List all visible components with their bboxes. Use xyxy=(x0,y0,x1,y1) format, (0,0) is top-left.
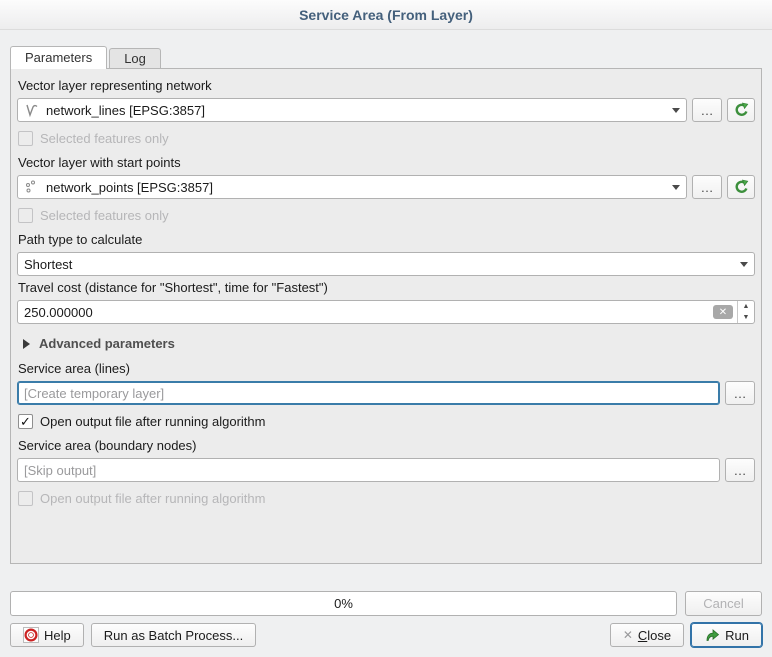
run-arrow-icon xyxy=(704,627,720,643)
clear-value-icon[interactable]: ✕ xyxy=(713,305,733,319)
cancel-label: Cancel xyxy=(703,596,743,611)
network-selected-only-row: Selected features only xyxy=(18,130,754,146)
tab-parameters[interactable]: Parameters xyxy=(10,46,107,69)
start-points-selected-only-label: Selected features only xyxy=(40,208,169,223)
spin-down-icon[interactable]: ▼ xyxy=(738,312,754,323)
service-area-lines-row: … xyxy=(17,381,755,405)
cancel-button[interactable]: Cancel xyxy=(685,591,762,616)
run-as-batch-button[interactable]: Run as Batch Process... xyxy=(91,623,256,647)
tab-bar: Parameters Log xyxy=(10,45,762,68)
open-nodes-output-row: Open output file after running algorithm xyxy=(18,490,754,506)
network-selected-only-checkbox[interactable] xyxy=(18,131,33,146)
start-points-combobox[interactable]: network_points [EPSG:3857] xyxy=(17,175,687,199)
iterate-icon xyxy=(733,179,749,195)
tab-log[interactable]: Log xyxy=(109,48,161,68)
chevron-down-icon xyxy=(672,108,680,113)
path-type-value: Shortest xyxy=(24,257,72,272)
run-button[interactable]: Run xyxy=(691,623,762,647)
start-points-label: Vector layer with start points xyxy=(18,155,754,170)
travel-cost-spinbox: ✕ ▲ ▼ xyxy=(17,300,755,324)
path-type-row: Shortest xyxy=(17,252,755,276)
service-area-nodes-input[interactable] xyxy=(17,458,720,482)
start-points-iterate-button[interactable] xyxy=(727,175,755,199)
chevron-down-icon xyxy=(740,262,748,267)
parameters-panel: Vector layer representing network networ… xyxy=(10,68,762,564)
dialog-title: Service Area (From Layer) xyxy=(299,7,473,23)
line-layer-icon xyxy=(24,102,40,118)
open-nodes-output-checkbox[interactable] xyxy=(18,491,33,506)
chevron-down-icon xyxy=(672,185,680,190)
progress-row: 0% Cancel xyxy=(10,591,762,616)
network-layer-value: network_lines [EPSG:3857] xyxy=(46,103,205,118)
close-button[interactable]: ✕ Close xyxy=(610,623,684,647)
service-area-lines-browse-button[interactable]: … xyxy=(725,381,755,405)
network-layer-row: network_lines [EPSG:3857] … xyxy=(17,98,755,122)
start-points-row: network_points [EPSG:3857] … xyxy=(17,175,755,199)
open-lines-output-checkbox[interactable]: ✓ xyxy=(18,414,33,429)
path-type-label: Path type to calculate xyxy=(18,232,754,247)
spin-up-icon[interactable]: ▲ xyxy=(738,301,754,312)
open-lines-output-row: ✓ Open output file after running algorit… xyxy=(18,413,754,429)
point-layer-icon xyxy=(24,179,40,195)
network-selected-only-label: Selected features only xyxy=(40,131,169,146)
ellipsis-label: … xyxy=(701,103,714,118)
close-x-icon: ✕ xyxy=(623,628,633,642)
progress-value: 0% xyxy=(334,596,353,611)
run-as-batch-label: Run as Batch Process... xyxy=(104,628,243,643)
open-lines-output-label: Open output file after running algorithm xyxy=(40,414,265,429)
ellipsis-label: … xyxy=(734,386,747,401)
progress-bar: 0% xyxy=(10,591,677,616)
network-layer-browse-button[interactable]: … xyxy=(692,98,722,122)
service-area-dialog: Service Area (From Layer) Parameters Log… xyxy=(0,0,772,657)
run-label: Run xyxy=(725,628,749,643)
help-lifebuoy-icon xyxy=(23,627,39,643)
network-layer-iterate-button[interactable] xyxy=(727,98,755,122)
travel-cost-label: Travel cost (distance for "Shortest", ti… xyxy=(18,280,754,295)
buttons-spacer xyxy=(263,623,603,647)
tab-log-label: Log xyxy=(124,51,146,66)
service-area-lines-label: Service area (lines) xyxy=(18,361,754,376)
service-area-nodes-label: Service area (boundary nodes) xyxy=(18,438,754,453)
advanced-parameters-expander[interactable]: Advanced parameters xyxy=(23,336,754,351)
service-area-lines-input[interactable] xyxy=(17,381,720,405)
service-area-nodes-row: … xyxy=(17,458,755,482)
start-points-browse-button[interactable]: … xyxy=(692,175,722,199)
travel-cost-spinner: ▲ ▼ xyxy=(737,301,754,323)
open-nodes-output-label: Open output file after running algorithm xyxy=(40,491,265,506)
ellipsis-label: … xyxy=(734,463,747,478)
network-layer-label: Vector layer representing network xyxy=(18,78,754,93)
service-area-nodes-browse-button[interactable]: … xyxy=(725,458,755,482)
tab-parameters-label: Parameters xyxy=(25,50,92,65)
travel-cost-input[interactable] xyxy=(17,300,755,324)
dialog-titlebar: Service Area (From Layer) xyxy=(0,0,772,30)
help-button[interactable]: Help xyxy=(10,623,84,647)
close-label: Close xyxy=(638,628,671,643)
help-label: Help xyxy=(44,628,71,643)
network-layer-combobox[interactable]: network_lines [EPSG:3857] xyxy=(17,98,687,122)
path-type-combobox[interactable]: Shortest xyxy=(17,252,755,276)
start-points-selected-only-checkbox[interactable] xyxy=(18,208,33,223)
start-points-selected-only-row: Selected features only xyxy=(18,207,754,223)
dialog-buttons-row: Help Run as Batch Process... ✕ Close Run xyxy=(10,623,762,647)
ellipsis-label: … xyxy=(701,180,714,195)
expander-arrow-icon xyxy=(23,339,30,349)
advanced-parameters-label: Advanced parameters xyxy=(39,336,175,351)
start-points-value: network_points [EPSG:3857] xyxy=(46,180,213,195)
iterate-icon xyxy=(733,102,749,118)
